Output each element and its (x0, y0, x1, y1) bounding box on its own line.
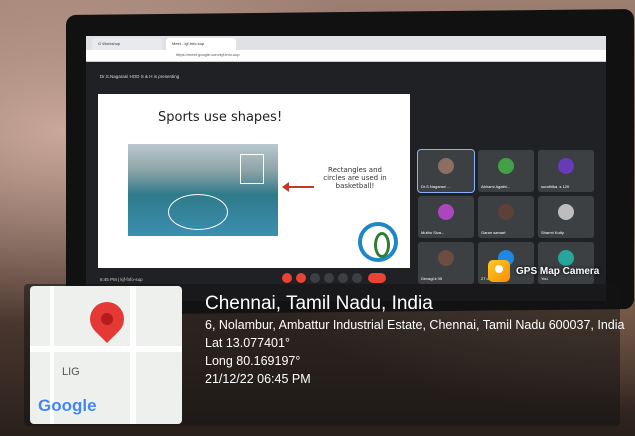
participant-name: surathika .s 120 (541, 184, 570, 189)
avatar (558, 158, 574, 174)
present-icon[interactable] (338, 273, 348, 283)
participant-name: Sharmi Kutty (541, 230, 564, 235)
captions-icon[interactable] (310, 273, 320, 283)
map-area-label: LIG (62, 366, 80, 378)
avatar (438, 158, 454, 174)
location-info: Chennai, Tamil Nadu, India 6, Nolambur, … (205, 292, 625, 388)
presenting-banner: Dr.S.Nagarani HOD S & H is presenting (100, 74, 180, 79)
arrow-icon (282, 182, 314, 192)
participant-tile[interactable]: Muthu Siva... (418, 196, 474, 238)
participant-name: Garan samart (481, 230, 506, 235)
avatar (438, 250, 454, 266)
participant-name: Muthu Siva... (421, 230, 445, 235)
slide-title: Sports use shapes! (158, 110, 283, 125)
browser-tab-workshop[interactable]: G Workshop (92, 38, 162, 50)
participant-name: Abirami Agathi... (481, 184, 511, 189)
participant-tile[interactable]: Abirami Agathi... (478, 150, 534, 192)
avatar (438, 204, 454, 220)
avatar (498, 158, 514, 174)
browser-tabbar: G Workshop Meet - kjf-fnfo-sup (86, 36, 606, 50)
map-brand: Google (38, 396, 97, 415)
court-circle (168, 194, 228, 230)
participant-tile[interactable]: Sharmi Kutty (538, 196, 594, 238)
gps-camera-label: GPS Map Camera (516, 265, 600, 277)
end-call-button[interactable] (368, 273, 386, 283)
longitude: Long 80.169197° (205, 354, 301, 368)
latitude: Lat 13.077401° (205, 336, 290, 350)
slide-note: Rectangles and circles are used in baske… (323, 166, 387, 190)
browser-tab-meet[interactable]: Meet - kjf-fnfo-sup (166, 38, 236, 50)
location-address: 6, Nolambur, Ambattur Industrial Estate,… (205, 318, 625, 332)
address-bar[interactable]: https://meet.google.com/kjf-fnfo-sup (86, 50, 606, 62)
backboard (240, 154, 264, 184)
location-title: Chennai, Tamil Nadu, India (205, 293, 433, 314)
participant-tile[interactable]: surathika .s 120 (538, 150, 594, 192)
capture-datetime: 21/12/22 06:45 PM (205, 372, 311, 386)
map-pin-icon (82, 294, 132, 344)
participant-name: Dr.S.Nagarani ... (421, 184, 451, 189)
participant-tile[interactable]: Dr.S.Nagarani ... (417, 149, 475, 193)
logo-icon (358, 222, 398, 262)
meeting-time: 6:45 PM | kjf-fnfo-sup (100, 277, 143, 282)
shared-slide: Sports use shapes! Rectangles and circle… (98, 94, 410, 268)
avatar (558, 204, 574, 220)
gps-camera-badge: GPS Map Camera (488, 259, 599, 283)
avatar (498, 204, 514, 220)
more-options-icon[interactable] (352, 273, 362, 283)
mic-off-icon[interactable] (282, 273, 292, 283)
gps-camera-icon (488, 260, 510, 282)
basketball-court-photo (128, 144, 278, 236)
raise-hand-icon[interactable] (324, 273, 334, 283)
map-thumbnail: LIG Google (30, 286, 182, 424)
camera-off-icon[interactable] (296, 273, 306, 283)
url-text: https://meet.google.com/kjf-fnfo-sup (176, 52, 240, 57)
map-road (130, 286, 136, 424)
participant-tile[interactable]: Garan samart (478, 196, 534, 238)
